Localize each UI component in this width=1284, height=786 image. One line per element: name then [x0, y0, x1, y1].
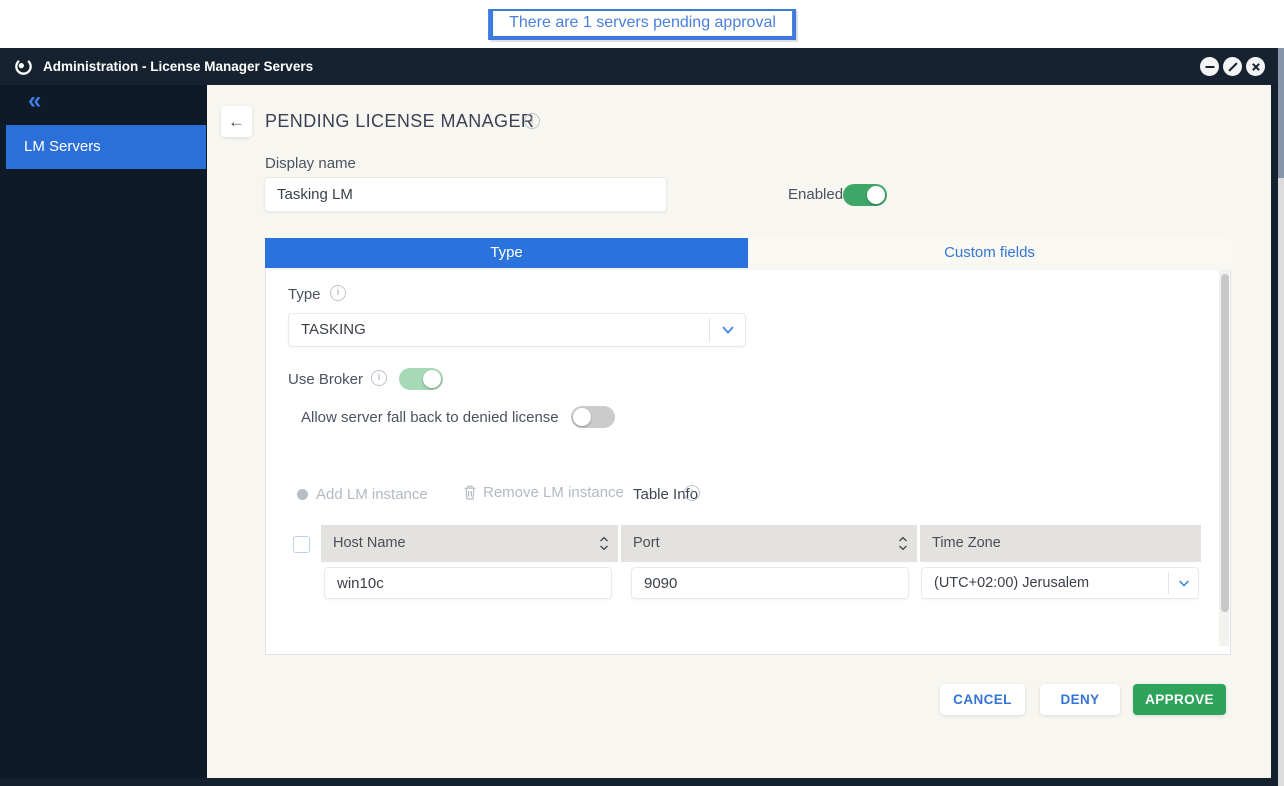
page-scrollbar[interactable] — [1278, 48, 1284, 786]
port-header-label: Port — [633, 535, 660, 551]
close-icon[interactable] — [1246, 57, 1265, 76]
app-logo-icon — [13, 56, 34, 77]
tab-bar: Type Custom fields — [265, 238, 1231, 268]
use-broker-toggle-knob — [423, 370, 441, 388]
window-titlebar: Administration - License Manager Servers — [0, 48, 1279, 85]
sort-icon[interactable] — [599, 536, 609, 551]
page-title-info-icon[interactable] — [524, 113, 540, 129]
host-name-cell-input[interactable] — [324, 567, 612, 599]
page-title: PENDING LICENSE MANAGER — [265, 111, 534, 132]
sidebar-collapse-icon[interactable]: « — [28, 89, 41, 113]
time-zone-value: (UTC+02:00) Jerusalem — [934, 568, 1089, 598]
use-broker-label: Use Broker — [288, 371, 363, 388]
display-name-label: Display name — [265, 155, 356, 172]
trash-icon — [463, 484, 477, 501]
fallback-toggle-knob — [573, 408, 591, 426]
screen: There are 1 servers pending approval Adm… — [0, 0, 1284, 786]
column-header-port[interactable]: Port — [621, 525, 917, 562]
add-lm-instance-button[interactable]: Add LM instance — [297, 486, 428, 503]
tab-custom-fields[interactable]: Custom fields — [748, 238, 1231, 268]
type-info-icon[interactable] — [330, 285, 346, 301]
main-content: ← PENDING LICENSE MANAGER Display name E… — [207, 85, 1271, 778]
add-icon — [297, 489, 308, 500]
enabled-toggle[interactable] — [843, 184, 887, 206]
pending-approval-banner[interactable]: There are 1 servers pending approval — [488, 9, 796, 40]
type-tab-panel: Type TASKING Use Broker Allow server fal… — [265, 270, 1231, 655]
add-lm-instance-label: Add LM instance — [316, 486, 428, 503]
chevron-down-icon — [721, 325, 735, 335]
minimize-icon[interactable] — [1200, 57, 1219, 76]
port-cell-input[interactable] — [631, 567, 909, 599]
column-header-host-name[interactable]: Host Name — [321, 525, 618, 562]
enabled-toggle-knob — [867, 186, 885, 204]
chevron-down-icon — [1178, 579, 1190, 588]
approve-button[interactable]: APPROVE — [1133, 684, 1226, 715]
sort-icon[interactable] — [898, 536, 908, 551]
column-header-time-zone[interactable]: Time Zone — [920, 525, 1201, 562]
table-info-icon[interactable] — [684, 485, 700, 501]
page-scrollbar-thumb[interactable] — [1278, 48, 1284, 178]
back-button[interactable]: ← — [221, 106, 252, 137]
use-broker-toggle[interactable] — [399, 368, 443, 390]
block-icon[interactable] — [1223, 57, 1242, 76]
time-zone-header-label: Time Zone — [932, 535, 1001, 551]
type-dropdown-caret[interactable] — [709, 318, 745, 342]
window-controls — [1200, 57, 1265, 76]
sidebar: « LM Servers — [0, 85, 207, 778]
deny-button[interactable]: DENY — [1040, 684, 1120, 715]
time-zone-dropdown-caret[interactable] — [1168, 572, 1198, 594]
cancel-button[interactable]: CANCEL — [940, 684, 1025, 715]
host-name-header-label: Host Name — [333, 535, 406, 551]
fallback-toggle[interactable] — [571, 406, 615, 428]
tab-type[interactable]: Type — [265, 238, 748, 268]
use-broker-info-icon[interactable] — [371, 370, 387, 386]
remove-lm-instance-button[interactable]: Remove LM instance — [463, 484, 624, 501]
window-title: Administration - License Manager Servers — [43, 59, 313, 74]
admin-window: Administration - License Manager Servers… — [0, 48, 1279, 786]
enabled-label: Enabled — [788, 186, 843, 203]
sidebar-item-lm-servers[interactable]: LM Servers — [6, 125, 206, 169]
type-label: Type — [288, 286, 321, 303]
type-dropdown[interactable]: TASKING — [288, 313, 746, 347]
panel-scrollbar-thumb[interactable] — [1221, 274, 1229, 612]
remove-lm-instance-label: Remove LM instance — [483, 484, 624, 501]
time-zone-dropdown[interactable]: (UTC+02:00) Jerusalem — [921, 567, 1199, 599]
display-name-input[interactable] — [264, 177, 667, 212]
type-dropdown-value: TASKING — [301, 314, 366, 346]
select-all-checkbox[interactable] — [293, 536, 310, 553]
fallback-label: Allow server fall back to denied license — [301, 409, 559, 426]
